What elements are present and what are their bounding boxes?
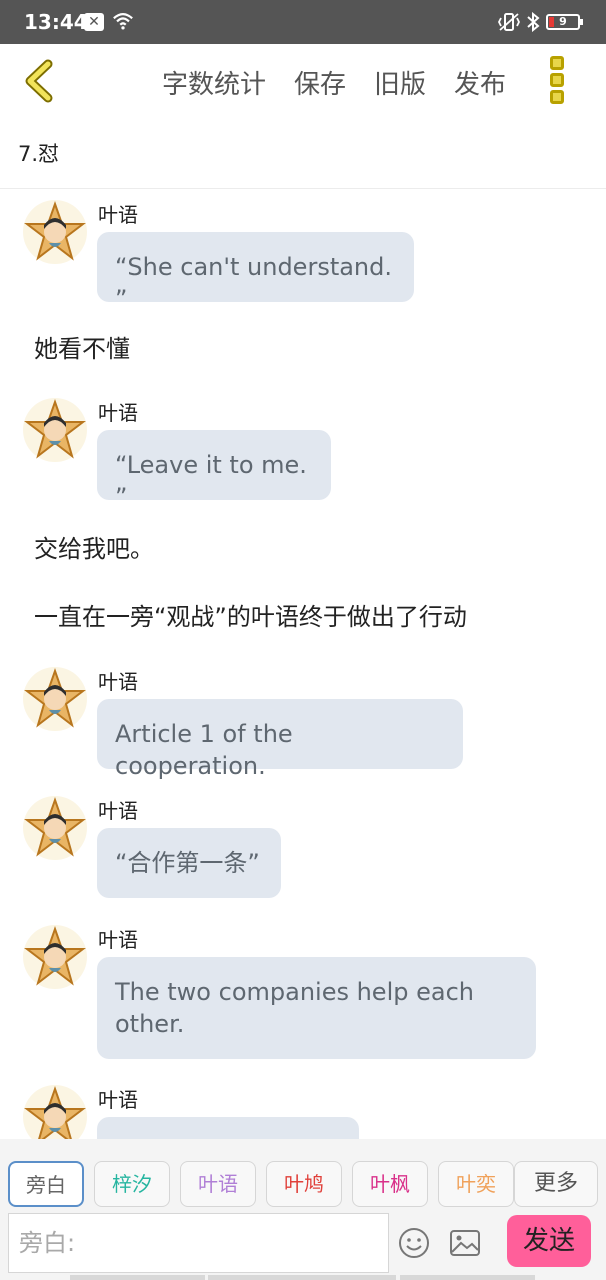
toolbar-actions: 字数统计 保存 旧版 发布 bbox=[162, 64, 506, 101]
role-zixi[interactable]: 梓汐 bbox=[94, 1161, 170, 1207]
story-content[interactable]: 叶语 “She can't understand. ” 她看不懂 叶语 “Lea… bbox=[0, 189, 606, 1139]
more-menu-icon[interactable] bbox=[550, 56, 566, 104]
dialogue-item[interactable]: 叶语 Article 1 of the cooperation. bbox=[0, 664, 606, 780]
character-avatar bbox=[23, 200, 87, 264]
role-narrator[interactable]: 旁白 bbox=[8, 1161, 84, 1207]
dialogue-bubble[interactable]: “Leave it to me. ” bbox=[97, 430, 331, 511]
role-yeyu[interactable]: 叶语 bbox=[180, 1161, 256, 1207]
menu-dot bbox=[550, 73, 564, 87]
speaker-name: 叶语 bbox=[98, 670, 138, 694]
role-label: 旁白 bbox=[26, 1173, 66, 1197]
nav-hint bbox=[70, 1275, 205, 1280]
speaker-name: 叶语 bbox=[98, 1088, 138, 1112]
speaker-name: 叶语 bbox=[98, 799, 138, 823]
dialogue-item[interactable]: 叶语 The two companies help each other. bbox=[0, 922, 606, 1062]
speaker-name: 叶语 bbox=[98, 401, 138, 425]
status-time: 13:44 bbox=[24, 10, 88, 34]
role-yefeng[interactable]: 叶枫 bbox=[352, 1161, 428, 1207]
dialogue-bubble[interactable]: The two companies help each other. bbox=[97, 957, 536, 1059]
role-label: 梓汐 bbox=[112, 1172, 152, 1196]
publish-button[interactable]: 发布 bbox=[454, 64, 506, 101]
speaker-name: 叶语 bbox=[98, 203, 138, 227]
character-avatar bbox=[23, 667, 87, 731]
battery-level: 9 bbox=[559, 15, 567, 28]
speaker-name: 叶语 bbox=[98, 928, 138, 952]
chapter-title[interactable]: 7.怼 bbox=[18, 138, 59, 168]
role-label: 叶语 bbox=[198, 1172, 238, 1196]
word-count-button[interactable]: 字数统计 bbox=[162, 64, 266, 101]
vibrate-icon bbox=[498, 13, 520, 31]
composer-panel: 旁白 梓汐 叶语 叶鸠 叶枫 叶奕 更多 旁白: 发送 bbox=[0, 1139, 606, 1280]
narration-text[interactable]: 一直在一旁“观战”的叶语终于做出了行动 bbox=[34, 597, 467, 632]
nav-hint bbox=[400, 1275, 535, 1280]
narration-text[interactable]: 交给我吧。 bbox=[34, 529, 154, 564]
status-bar: 13:44 ✕ 9 bbox=[0, 0, 606, 44]
back-arrow-icon[interactable] bbox=[20, 58, 60, 104]
battery-icon: 9 bbox=[546, 14, 583, 30]
editor-toolbar: 字数统计 保存 旧版 发布 bbox=[0, 44, 606, 120]
save-button[interactable]: 保存 bbox=[294, 64, 346, 101]
menu-dot bbox=[550, 90, 564, 104]
character-avatar bbox=[23, 925, 87, 989]
bluetooth-icon bbox=[527, 12, 540, 32]
dialogue-item[interactable]: 叶语 “合作第一条” bbox=[0, 793, 606, 905]
character-avatar bbox=[23, 398, 87, 462]
image-icon[interactable] bbox=[449, 1227, 481, 1259]
dialogue-item[interactable]: 叶语 “Leave it to me. ” bbox=[0, 395, 606, 511]
role-label: 叶奕 bbox=[456, 1172, 496, 1196]
nav-hint bbox=[208, 1275, 396, 1280]
input-placeholder: 旁白: bbox=[19, 1229, 76, 1257]
dialogue-bubble[interactable]: “She can't understand. ” bbox=[97, 232, 414, 313]
dialogue-bubble[interactable] bbox=[97, 1117, 359, 1139]
dialogue-item[interactable]: 叶语 “She can't understand. ” bbox=[0, 197, 606, 313]
role-label: 叶枫 bbox=[370, 1172, 410, 1196]
old-version-button[interactable]: 旧版 bbox=[374, 64, 426, 101]
role-label: 叶鸠 bbox=[284, 1172, 324, 1196]
emoji-icon[interactable] bbox=[398, 1227, 430, 1259]
role-selector: 旁白 梓汐 叶语 叶鸠 叶枫 bbox=[8, 1161, 428, 1207]
send-button[interactable]: 发送 bbox=[507, 1215, 591, 1267]
role-yeyi[interactable]: 叶奕 bbox=[438, 1161, 514, 1207]
dialogue-bubble[interactable]: Article 1 of the cooperation. bbox=[97, 699, 463, 780]
narration-text[interactable]: 她看不懂 bbox=[34, 329, 130, 364]
character-avatar bbox=[23, 796, 87, 860]
more-roles-button[interactable]: 更多 bbox=[514, 1161, 598, 1207]
wifi-icon bbox=[113, 13, 133, 30]
dialogue-item[interactable]: 叶语 bbox=[0, 1082, 606, 1139]
notification-icon: ✕ bbox=[84, 13, 104, 31]
dialogue-bubble[interactable]: “合作第一条” bbox=[97, 828, 281, 898]
menu-dot bbox=[550, 56, 564, 70]
role-yejiu[interactable]: 叶鸠 bbox=[266, 1161, 342, 1207]
character-avatar bbox=[23, 1085, 87, 1139]
message-input[interactable]: 旁白: bbox=[8, 1213, 389, 1273]
